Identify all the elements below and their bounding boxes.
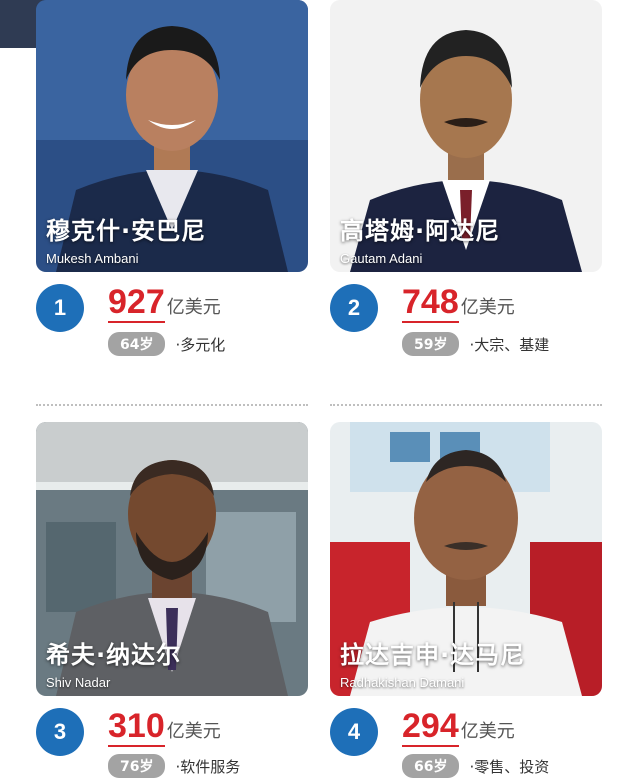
net-worth-value: 310 bbox=[108, 707, 165, 747]
net-worth-value: 927 bbox=[108, 283, 165, 323]
person-card-3: 希夫·纳达尔 Shiv Nadar 3 310 亿美元 76岁 ·软件服务 bbox=[36, 422, 308, 778]
name-english: Radhakishan Damani bbox=[340, 675, 465, 690]
net-worth: 748 亿美元 bbox=[402, 283, 515, 323]
net-worth-unit: 亿美元 bbox=[166, 721, 221, 742]
net-worth-value: 294 bbox=[402, 707, 459, 747]
rank-badge: 3 bbox=[36, 708, 84, 756]
person-card-2: 高塔姆·阿达尼 Gautam Adani 2 748 亿美元 59岁 ·大宗、基建 bbox=[330, 0, 602, 380]
divider-right bbox=[330, 404, 602, 406]
person-card-1: 穆克什·安巴尼 Mukesh Ambani 1 927 亿美元 64岁 ·多元化 bbox=[36, 0, 308, 380]
person-meta: 76岁 ·软件服务 bbox=[108, 754, 240, 778]
person-photo: 高塔姆·阿达尼 Gautam Adani bbox=[330, 0, 602, 272]
name-english: Shiv Nadar bbox=[46, 675, 111, 690]
net-worth: 310 亿美元 bbox=[108, 707, 221, 747]
divider-left bbox=[36, 404, 308, 406]
name-chinese: 拉达吉申·达马尼 bbox=[340, 641, 526, 669]
person-card-4: 拉达吉申·达马尼 Radhakishan Damani 4 294 亿美元 66岁… bbox=[330, 422, 602, 778]
net-worth-unit: 亿美元 bbox=[460, 721, 515, 742]
net-worth-unit: 亿美元 bbox=[166, 297, 221, 318]
person-photo: 穆克什·安巴尼 Mukesh Ambani bbox=[36, 0, 308, 272]
name-chinese: 高塔姆·阿达尼 bbox=[340, 217, 501, 245]
person-photo: 拉达吉申·达马尼 Radhakishan Damani bbox=[330, 422, 602, 696]
name-chinese: 穆克什·安巴尼 bbox=[46, 217, 207, 245]
person-photo: 希夫·纳达尔 Shiv Nadar bbox=[36, 422, 308, 696]
age-badge: 76岁 bbox=[108, 754, 166, 778]
name-english: Gautam Adani bbox=[340, 251, 423, 266]
person-meta: 64岁 ·多元化 bbox=[108, 332, 225, 356]
net-worth-value: 748 bbox=[402, 283, 459, 323]
person-meta: 66岁 ·零售、投资 bbox=[402, 754, 549, 778]
age-badge: 64岁 bbox=[108, 332, 166, 356]
rank-badge: 4 bbox=[330, 708, 378, 756]
industry-label: ·软件服务 bbox=[175, 757, 241, 776]
age-badge: 59岁 bbox=[402, 332, 460, 356]
industry-label: ·多元化 bbox=[175, 335, 226, 354]
age-badge: 66岁 bbox=[402, 754, 460, 778]
name-english: Mukesh Ambani bbox=[46, 251, 139, 266]
rank-badge: 1 bbox=[36, 284, 84, 332]
industry-label: ·零售、投资 bbox=[469, 757, 550, 776]
net-worth: 927 亿美元 bbox=[108, 283, 221, 323]
industry-label: ·大宗、基建 bbox=[469, 335, 550, 354]
name-chinese: 希夫·纳达尔 bbox=[46, 641, 182, 669]
net-worth: 294 亿美元 bbox=[402, 707, 515, 747]
net-worth-unit: 亿美元 bbox=[460, 297, 515, 318]
rank-badge: 2 bbox=[330, 284, 378, 332]
person-meta: 59岁 ·大宗、基建 bbox=[402, 332, 549, 356]
